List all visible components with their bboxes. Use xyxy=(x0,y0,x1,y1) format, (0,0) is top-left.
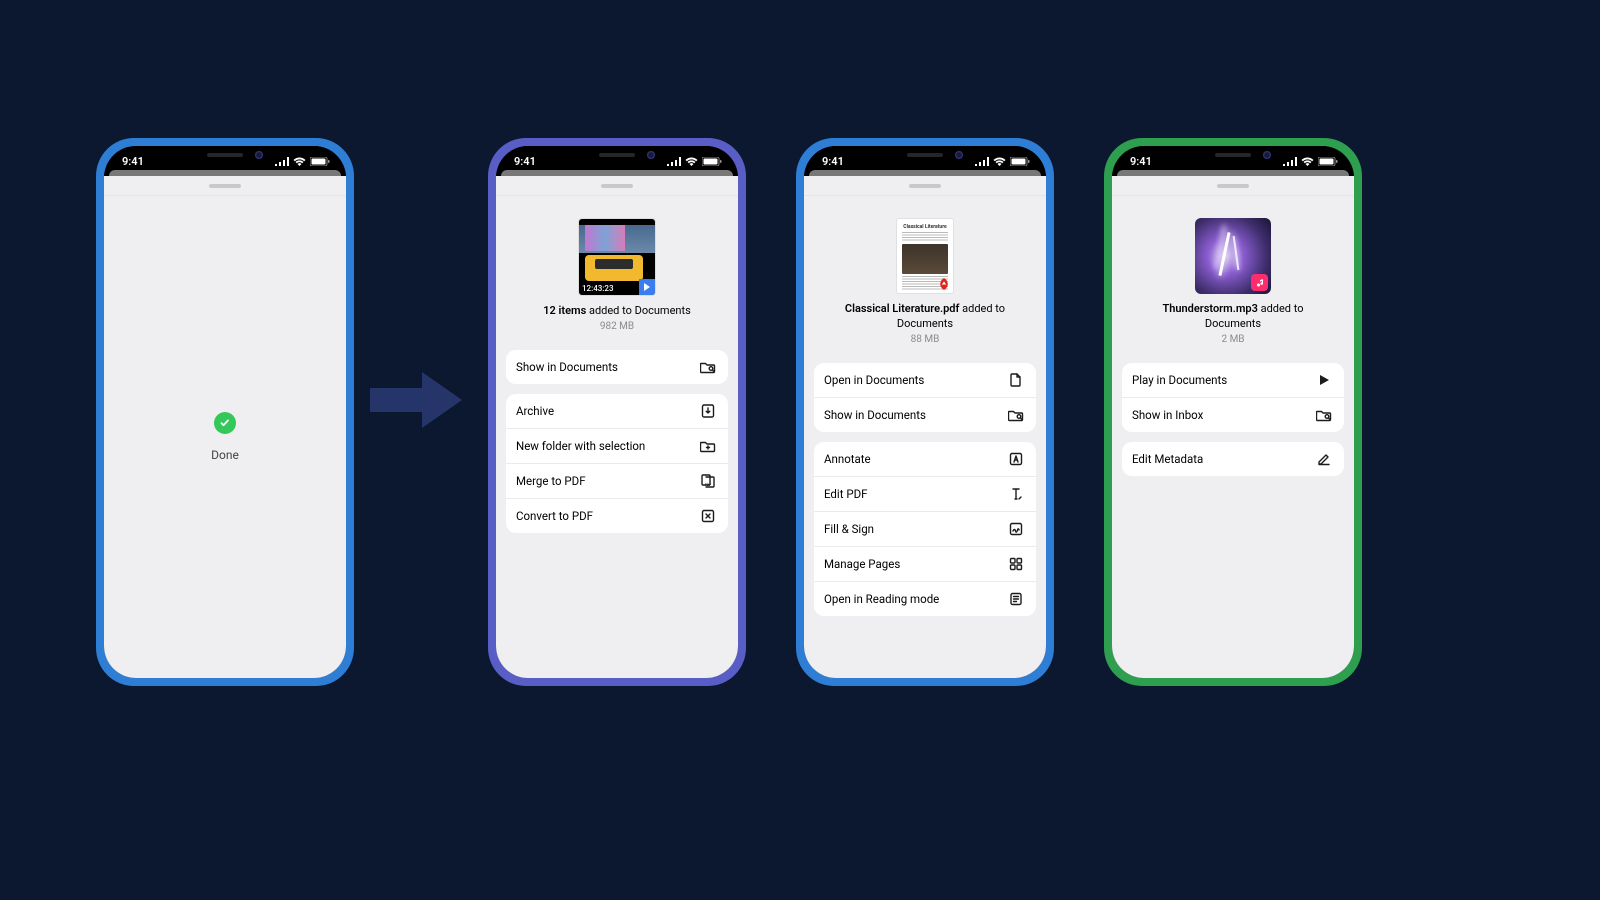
sheet-subtitle: 982 MB xyxy=(600,321,634,332)
action-label: Play in Documents xyxy=(1132,373,1227,387)
grid-icon xyxy=(1008,556,1024,572)
sheet-title: Thunderstorm.mp3 added to Documents xyxy=(1122,302,1344,332)
action-label: Annotate xyxy=(824,452,871,466)
sheet-handle[interactable] xyxy=(601,184,633,188)
action-group-2: Annotate Edit PDF Fill & Sign Manage Pages O… xyxy=(814,442,1036,616)
sheet-handle[interactable] xyxy=(209,184,241,188)
phone-frame-1: 9:41 Done xyxy=(96,138,354,686)
battery-icon xyxy=(310,157,330,166)
action-row[interactable]: Show in Documents xyxy=(506,350,728,384)
phone-frame-2: 9:41 12:43:23 xyxy=(488,138,746,686)
action-row[interactable]: Play in Documents xyxy=(1122,363,1344,397)
status-time: 9:41 xyxy=(1130,155,1152,168)
document-icon xyxy=(1008,372,1024,388)
action-row[interactable]: Merge to PDF PDF xyxy=(506,463,728,498)
action-label: Merge to PDF xyxy=(516,474,586,488)
action-row[interactable]: Edit Metadata xyxy=(1122,442,1344,476)
sign-icon xyxy=(1008,521,1024,537)
status-time: 9:41 xyxy=(822,155,844,168)
svg-text:PDF: PDF xyxy=(705,483,712,487)
sheet-title: Classical Literature.pdf added to Docume… xyxy=(814,302,1036,332)
action-label: Show in Documents xyxy=(824,408,926,422)
folder-search-icon xyxy=(1008,407,1024,423)
new-folder-icon xyxy=(700,438,716,454)
action-row[interactable]: Manage Pages xyxy=(814,546,1036,581)
play-badge-icon xyxy=(639,279,655,295)
wifi-icon xyxy=(685,157,698,166)
action-group-1: Play in Documents Show in Inbox xyxy=(1122,363,1344,432)
arrow-icon xyxy=(366,360,466,440)
archive-icon xyxy=(700,403,716,419)
action-row[interactable]: Open in Reading mode xyxy=(814,581,1036,616)
action-label: Open in Reading mode xyxy=(824,592,939,606)
action-row[interactable]: Show in Inbox xyxy=(1122,397,1344,432)
action-label: Edit Metadata xyxy=(1132,452,1203,466)
status-time: 9:41 xyxy=(122,155,144,168)
action-group-1: Open in Documents Show in Documents xyxy=(814,363,1036,432)
reading-icon xyxy=(1008,591,1024,607)
sheet-handle[interactable] xyxy=(1217,184,1249,188)
text-cursor-icon xyxy=(1008,486,1024,502)
pdf-badge-icon xyxy=(937,277,951,291)
action-label: Open in Documents xyxy=(824,373,924,387)
action-label: Show in Documents xyxy=(516,360,618,374)
sheet-subtitle: 2 MB xyxy=(1221,334,1244,345)
battery-icon xyxy=(1010,157,1030,166)
wifi-icon xyxy=(293,157,306,166)
status-time: 9:41 xyxy=(514,155,536,168)
action-label: New folder with selection xyxy=(516,439,645,453)
action-row[interactable]: Show in Documents xyxy=(814,397,1036,432)
action-row[interactable]: Annotate xyxy=(814,442,1036,476)
wifi-icon xyxy=(1301,157,1314,166)
done-label: Done xyxy=(211,448,239,462)
action-row[interactable]: New folder with selection xyxy=(506,428,728,463)
action-label: Edit PDF xyxy=(824,487,867,501)
folder-search-icon xyxy=(700,359,716,375)
sheet-title: 12 items added to Documents xyxy=(525,304,709,319)
action-label: Manage Pages xyxy=(824,557,900,571)
action-label: Convert to PDF xyxy=(516,509,593,523)
merge-pdf-icon: PDF xyxy=(700,473,716,489)
edit-icon xyxy=(1316,451,1332,467)
wifi-icon xyxy=(993,157,1006,166)
action-row[interactable]: Fill & Sign xyxy=(814,511,1036,546)
video-duration: 12:43:23 xyxy=(582,284,614,293)
pdf-thumbnail: Classical Literature xyxy=(896,218,954,294)
folder-search-icon xyxy=(1316,407,1332,423)
sheet-subtitle: 88 MB xyxy=(911,334,940,345)
annotate-icon xyxy=(1008,451,1024,467)
play-icon xyxy=(1316,372,1332,388)
phone-frame-4: 9:41 xyxy=(1104,138,1362,686)
sheet-handle[interactable] xyxy=(909,184,941,188)
audio-badge-icon xyxy=(1251,274,1268,291)
phone-frame-3: 9:41 Classical Literature xyxy=(796,138,1054,686)
action-label: Archive xyxy=(516,404,554,418)
checkmark-icon xyxy=(214,412,236,434)
action-label: Show in Inbox xyxy=(1132,408,1203,422)
action-label: Fill & Sign xyxy=(824,522,874,536)
convert-pdf-icon xyxy=(700,508,716,524)
audio-thumbnail xyxy=(1195,218,1271,294)
video-thumbnail: 12:43:23 xyxy=(578,218,656,296)
action-row[interactable]: Convert to PDF xyxy=(506,498,728,533)
action-group-2: Edit Metadata xyxy=(1122,442,1344,476)
battery-icon xyxy=(1318,157,1338,166)
action-group-2: Archive New folder with selection Merge to… xyxy=(506,394,728,533)
battery-icon xyxy=(702,157,722,166)
action-row[interactable]: Open in Documents xyxy=(814,363,1036,397)
action-row[interactable]: Edit PDF xyxy=(814,476,1036,511)
action-group-1: Show in Documents xyxy=(506,350,728,384)
action-row[interactable]: Archive xyxy=(506,394,728,428)
